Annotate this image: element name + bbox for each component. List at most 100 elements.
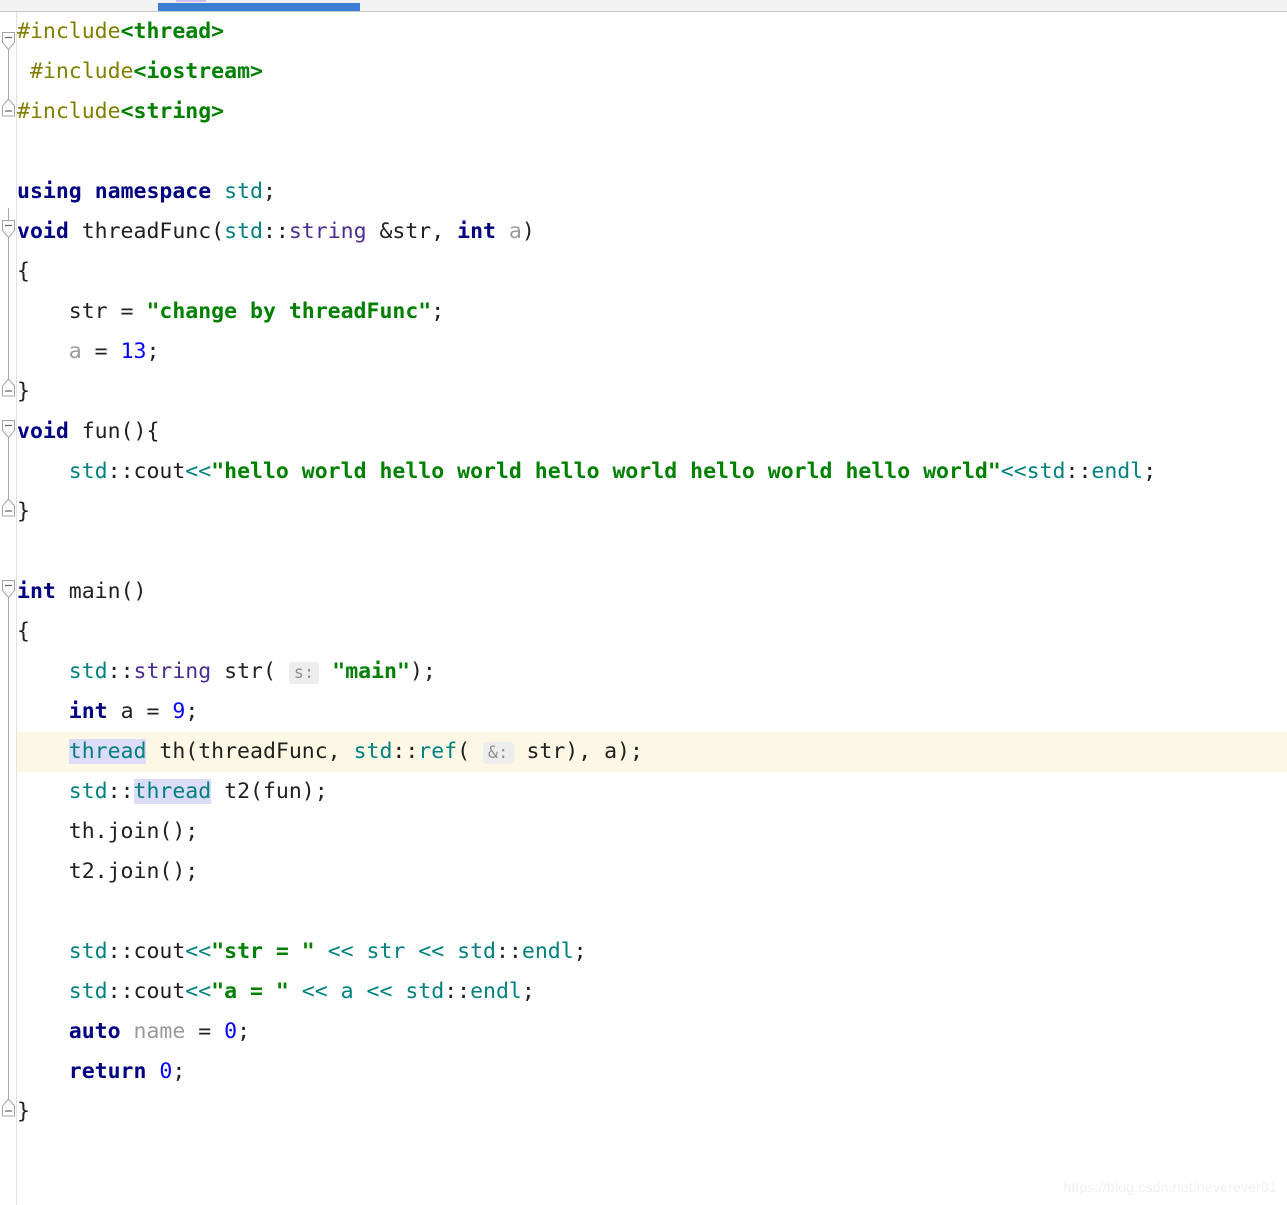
- token-type-thread-highlighted: thread: [133, 779, 212, 804]
- token-stream-chain: << str <<: [314, 939, 458, 964]
- token-number-0: 0: [146, 1059, 173, 1084]
- code-line-25[interactable]: std::cout<<"a = " << a << std::endl;: [17, 972, 1287, 1012]
- fold-start-icon-threadfunc: [2, 220, 15, 239]
- token-stream-operator: <<: [185, 939, 212, 964]
- code-line-19[interactable]: thread th(threadFunc, std::ref( &: str),…: [17, 732, 1287, 772]
- token-brace-open: {: [17, 259, 30, 284]
- code-line-3[interactable]: #include<string>: [17, 92, 1287, 132]
- code-line-14[interactable]: [17, 532, 1287, 572]
- inlay-hint-amp[interactable]: &:: [483, 742, 514, 764]
- token-scope-operator: ::: [495, 939, 522, 964]
- token-string-literal-str: "str = ": [211, 939, 315, 964]
- token-type-string: string: [133, 659, 212, 684]
- token-scope-operator: ::: [107, 979, 134, 1004]
- token-var-t2: t2(fun);: [211, 779, 328, 804]
- token-brace-open: {: [17, 619, 30, 644]
- token-string-literal-hello: "hello world hello world hello world hel…: [211, 459, 1001, 484]
- token-number-13: 13: [120, 339, 147, 364]
- code-line-13[interactable]: }: [17, 492, 1287, 532]
- token-keyword-int: int: [17, 579, 56, 604]
- code-line-17[interactable]: std::string str( s: "main");: [17, 652, 1287, 692]
- code-line-24[interactable]: std::cout<<"str = " << str << std::endl;: [17, 932, 1287, 972]
- token-keyword-namespace: namespace: [94, 179, 212, 204]
- token-cout: cout: [133, 459, 186, 484]
- token-brace-close: }: [17, 379, 30, 404]
- token-cout: cout: [133, 979, 186, 1004]
- inlay-hint-s[interactable]: s:: [288, 662, 320, 684]
- code-line-4[interactable]: [17, 132, 1287, 172]
- token-semicolon: ;: [573, 939, 587, 964]
- token-keyword-void: void: [17, 419, 69, 444]
- code-line-22[interactable]: t2.join();: [17, 852, 1287, 892]
- token-keyword-int: int: [457, 219, 496, 244]
- token-namespace-std: std: [405, 979, 445, 1004]
- token-function-fun: fun(){: [68, 419, 160, 444]
- token-var-a: a =: [107, 699, 173, 724]
- token-param-a-unused: a: [495, 219, 522, 244]
- token-type-string: string: [288, 219, 367, 244]
- token-arg-str: str), a);: [513, 739, 643, 764]
- token-keyword-int: int: [68, 699, 108, 724]
- token-scope-operator: ::: [107, 659, 134, 684]
- code-line-11[interactable]: void fun(){: [17, 412, 1287, 452]
- code-line-16[interactable]: {: [17, 612, 1287, 652]
- token-semicolon: ;: [1143, 459, 1157, 484]
- token-namespace-std: std: [224, 179, 263, 204]
- token-string-literal: "change by threadFunc": [146, 299, 432, 324]
- code-line-12[interactable]: std::cout<<"hello world hello world hell…: [17, 452, 1287, 492]
- token-semicolon: ;: [146, 339, 160, 364]
- code-line-7[interactable]: {: [17, 252, 1287, 292]
- active-editor-tab[interactable]: [158, 3, 360, 11]
- token-number-0: 0: [224, 1019, 238, 1044]
- token-string-literal-a: "a = ": [211, 979, 289, 1004]
- fold-markers[interactable]: [0, 12, 17, 1205]
- token-namespace-std: std: [68, 779, 108, 804]
- token-function-main: main(): [55, 579, 147, 604]
- token-namespace-std: std: [68, 979, 108, 1004]
- token-scope-operator: ::: [392, 739, 419, 764]
- code-line-2[interactable]: #include<iostream>: [17, 52, 1287, 92]
- code-line-10[interactable]: }: [17, 372, 1287, 412]
- code-line-23[interactable]: [17, 892, 1287, 932]
- token-semicolon: ;: [172, 1059, 186, 1084]
- token-brace-close: }: [17, 499, 30, 524]
- token-namespace-std: std: [457, 939, 496, 964]
- code-line-21[interactable]: th.join();: [17, 812, 1287, 852]
- fold-end-icon-main: [2, 1098, 15, 1117]
- token-scope-operator: ::: [444, 979, 471, 1004]
- code-line-9[interactable]: a = 13;: [17, 332, 1287, 372]
- token-endl: endl: [1091, 459, 1144, 484]
- blog-watermark: https://blog.csdn.net/neverever01: [1063, 1179, 1277, 1195]
- token-param-a-unused: a: [17, 339, 82, 364]
- token-semicolon: ;: [431, 299, 445, 324]
- token-scope-operator: ::: [1065, 459, 1092, 484]
- token-equals: =: [81, 339, 121, 364]
- token-assign-str: str =: [17, 299, 147, 324]
- token-include-file: <string>: [120, 99, 225, 124]
- token-include-file: <iostream>: [133, 59, 263, 84]
- code-surface[interactable]: #include<thread> #include<iostream> #inc…: [17, 12, 1287, 1205]
- code-line-15[interactable]: int main(): [17, 572, 1287, 612]
- code-line-5[interactable]: using namespace std;: [17, 172, 1287, 212]
- code-line-20[interactable]: std::thread t2(fun);: [17, 772, 1287, 812]
- token-scope-operator: ::: [262, 219, 289, 244]
- code-line-18[interactable]: int a = 9;: [17, 692, 1287, 732]
- editor-gutter[interactable]: [0, 12, 17, 1205]
- token-number-9: 9: [172, 699, 186, 724]
- code-editor[interactable]: #include<thread> #include<iostream> #inc…: [0, 12, 1287, 1205]
- token-function-threadfunc: threadFunc(: [68, 219, 225, 244]
- code-line-29[interactable]: }: [17, 1092, 1287, 1132]
- code-line-26[interactable]: auto name = 0;: [17, 1012, 1287, 1052]
- token-preprocessor: #include: [29, 59, 134, 84]
- code-line-1[interactable]: #include<thread>: [17, 12, 1287, 52]
- code-line-27[interactable]: return 0;: [17, 1052, 1287, 1092]
- token-scope-operator: ::: [107, 459, 134, 484]
- token-brace-close: }: [17, 1099, 30, 1124]
- code-line-6[interactable]: void threadFunc(std::string &str, int a): [17, 212, 1287, 252]
- token-stream-operator: <<: [185, 979, 212, 1004]
- tab-caret-indicator: [176, 0, 206, 2]
- token-type-thread-highlighted: thread: [68, 739, 147, 764]
- code-line-8[interactable]: str = "change by threadFunc";: [17, 292, 1287, 332]
